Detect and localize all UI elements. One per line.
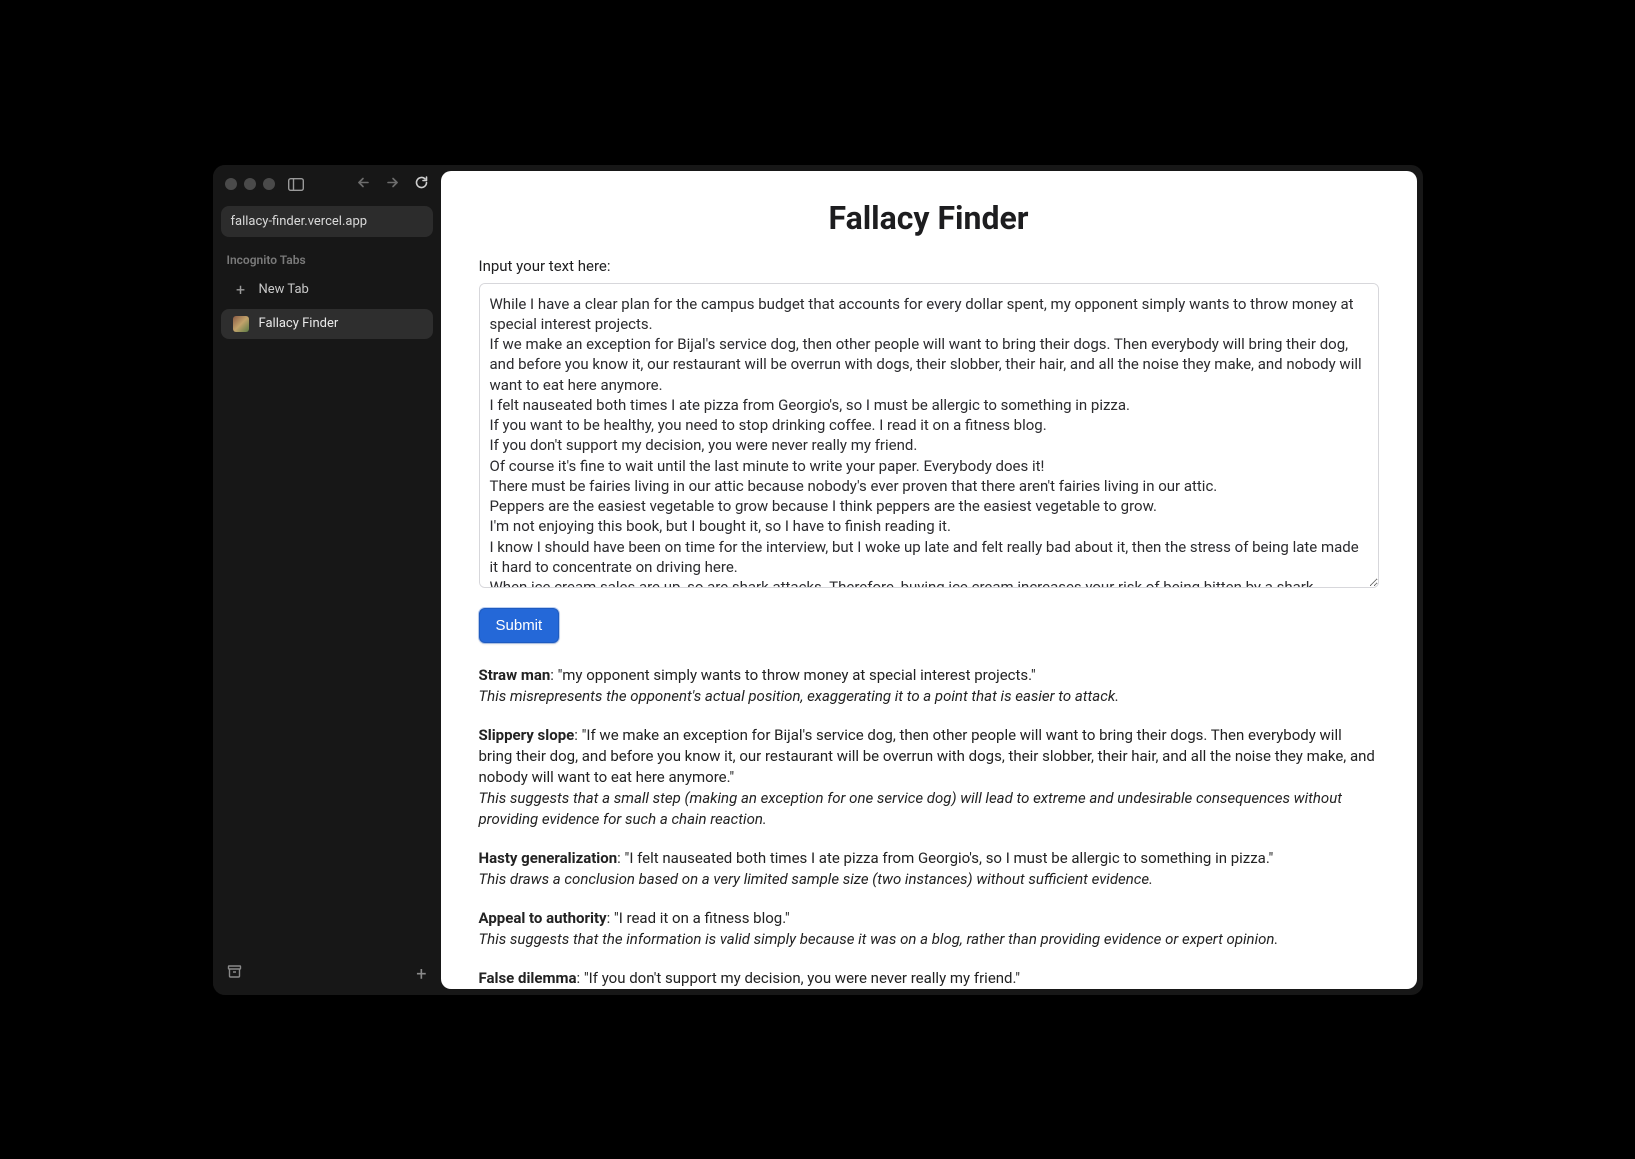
close-window-icon[interactable]: [225, 178, 237, 190]
page-content: Fallacy Finder Input your text here: Sub…: [441, 171, 1417, 989]
input-label: Input your text here:: [479, 257, 1379, 275]
new-tab-button[interactable]: + New Tab: [221, 275, 433, 305]
fallacy-explanation: This misrepresents the opponent's actual…: [479, 686, 1379, 707]
fallacy-explanation: This suggests that the information is va…: [479, 929, 1379, 950]
tab-title: Fallacy Finder: [259, 316, 339, 331]
fallacy-result: Straw man: "my opponent simply wants to …: [479, 665, 1379, 707]
text-input[interactable]: [479, 283, 1379, 589]
fallacy-quote: : "I felt nauseated both times I ate piz…: [617, 849, 1273, 867]
fallacy-name: Hasty generalization: [479, 849, 618, 867]
fallacy-name: Slippery slope: [479, 726, 575, 744]
page-title: Fallacy Finder: [479, 199, 1379, 237]
nav-back-icon[interactable]: [356, 175, 371, 194]
tab-favicon-icon: [233, 316, 249, 332]
fallacy-name: Straw man: [479, 666, 551, 684]
plus-icon: +: [233, 282, 249, 298]
nav-forward-icon[interactable]: [385, 175, 400, 194]
archive-icon[interactable]: [227, 964, 242, 985]
results-list: Straw man: "my opponent simply wants to …: [479, 665, 1379, 989]
fallacy-quote: : "If you don't support my decision, you…: [577, 969, 1021, 987]
fallacy-result: Hasty generalization: "I felt nauseated …: [479, 848, 1379, 890]
fallacy-result: Slippery slope: "If we make an exception…: [479, 725, 1379, 830]
sidebar-footer: +: [213, 954, 441, 995]
maximize-window-icon[interactable]: [263, 178, 275, 190]
window-controls-row: [213, 165, 441, 200]
content-wrap: Fallacy Finder Input your text here: Sub…: [441, 165, 1423, 995]
fallacy-quote: : "I read it on a fitness blog.": [607, 909, 790, 927]
browser-window: fallacy-finder.vercel.app Incognito Tabs…: [213, 165, 1423, 995]
tabs-section-label: Incognito Tabs: [213, 243, 441, 273]
fallacy-result: Appeal to authority: "I read it on a fit…: [479, 908, 1379, 950]
browser-sidebar: fallacy-finder.vercel.app Incognito Tabs…: [213, 165, 441, 995]
scroll-area[interactable]: Fallacy Finder Input your text here: Sub…: [441, 171, 1417, 989]
new-tab-label: New Tab: [259, 282, 309, 297]
reload-icon[interactable]: [414, 175, 429, 194]
tab-fallacy-finder[interactable]: Fallacy Finder: [221, 309, 433, 339]
fallacy-quote: : "my opponent simply wants to throw mon…: [550, 666, 1035, 684]
fallacy-name: False dilemma: [479, 969, 577, 987]
fallacy-result: False dilemma: "If you don't support my …: [479, 968, 1379, 989]
traffic-lights: [225, 178, 275, 190]
add-icon[interactable]: +: [416, 964, 426, 985]
minimize-window-icon[interactable]: [244, 178, 256, 190]
address-bar[interactable]: fallacy-finder.vercel.app: [221, 206, 433, 237]
fallacy-name: Appeal to authority: [479, 909, 607, 927]
fallacy-explanation: This suggests that a small step (making …: [479, 788, 1379, 830]
fallacy-explanation: This draws a conclusion based on a very …: [479, 869, 1379, 890]
sidebar-toggle-icon[interactable]: [288, 178, 304, 191]
fallacy-quote: : "If we make an exception for Bijal's s…: [479, 726, 1375, 786]
submit-button[interactable]: Submit: [479, 608, 560, 643]
